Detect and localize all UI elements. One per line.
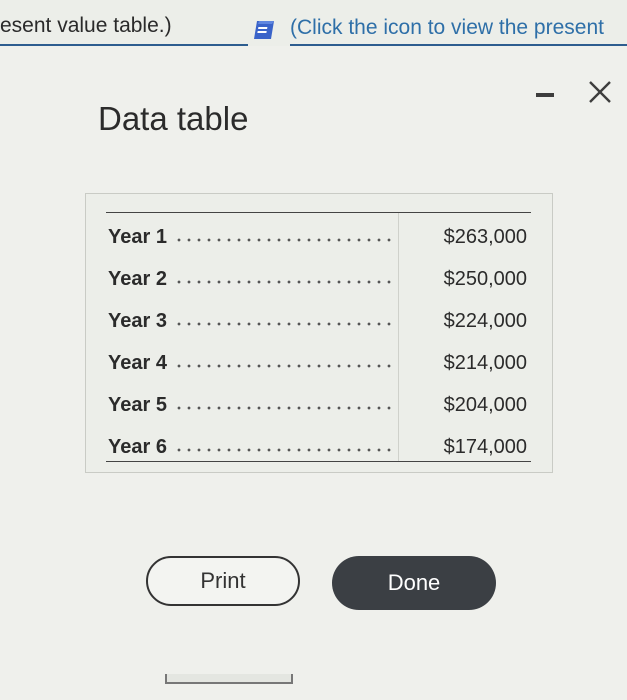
table-top-rule: [106, 212, 531, 213]
header-left-text: esent value table.): [0, 14, 172, 37]
row-value: $204,000: [443, 394, 527, 416]
table-row: Year 6 $174,000: [106, 428, 531, 470]
done-button[interactable]: Done: [332, 556, 496, 610]
minimize-icon: [536, 93, 554, 97]
table-row: Year 4 $214,000: [106, 344, 531, 386]
row-dot-leader: [174, 448, 394, 452]
row-dot-leader: [174, 280, 394, 284]
header-bar: esent value table.) (Click the icon to v…: [0, 0, 627, 46]
table-row: Year 5 $204,000: [106, 386, 531, 428]
data-table-dialog: Data table Year 1 $263,000 Year 2 $250,0…: [0, 46, 627, 700]
row-value: $224,000: [443, 310, 527, 332]
row-dot-leader: [174, 364, 394, 368]
book-icon[interactable]: [251, 18, 277, 42]
row-value: $214,000: [443, 352, 527, 374]
row-label: Year 1: [108, 226, 167, 248]
row-value: $250,000: [443, 268, 527, 290]
dialog-title: Data table: [98, 100, 249, 137]
data-table: Year 1 $263,000 Year 2 $250,000 Year 3 $…: [85, 193, 553, 473]
print-button[interactable]: Print: [146, 556, 300, 606]
row-value: $263,000: [443, 226, 527, 248]
row-label: Year 3: [108, 310, 167, 332]
row-dot-leader: [174, 322, 394, 326]
table-bottom-rule: [106, 461, 531, 462]
row-value: $174,000: [443, 436, 527, 458]
table-rows: Year 1 $263,000 Year 2 $250,000 Year 3 $…: [106, 218, 531, 470]
table-row: Year 1 $263,000: [106, 218, 531, 260]
row-label: Year 4: [108, 352, 167, 374]
row-dot-leader: [174, 238, 394, 242]
row-label: Year 5: [108, 394, 167, 416]
row-dot-leader: [174, 406, 394, 410]
table-row: Year 2 $250,000: [106, 260, 531, 302]
present-value-link[interactable]: (Click the icon to view the present: [290, 16, 604, 40]
bottom-tab: [165, 674, 293, 684]
row-label: Year 6: [108, 436, 167, 458]
table-row: Year 3 $224,000: [106, 302, 531, 344]
minimize-button[interactable]: [535, 88, 557, 100]
row-label: Year 2: [108, 268, 167, 290]
close-icon: [589, 81, 611, 103]
close-button[interactable]: [584, 76, 616, 108]
